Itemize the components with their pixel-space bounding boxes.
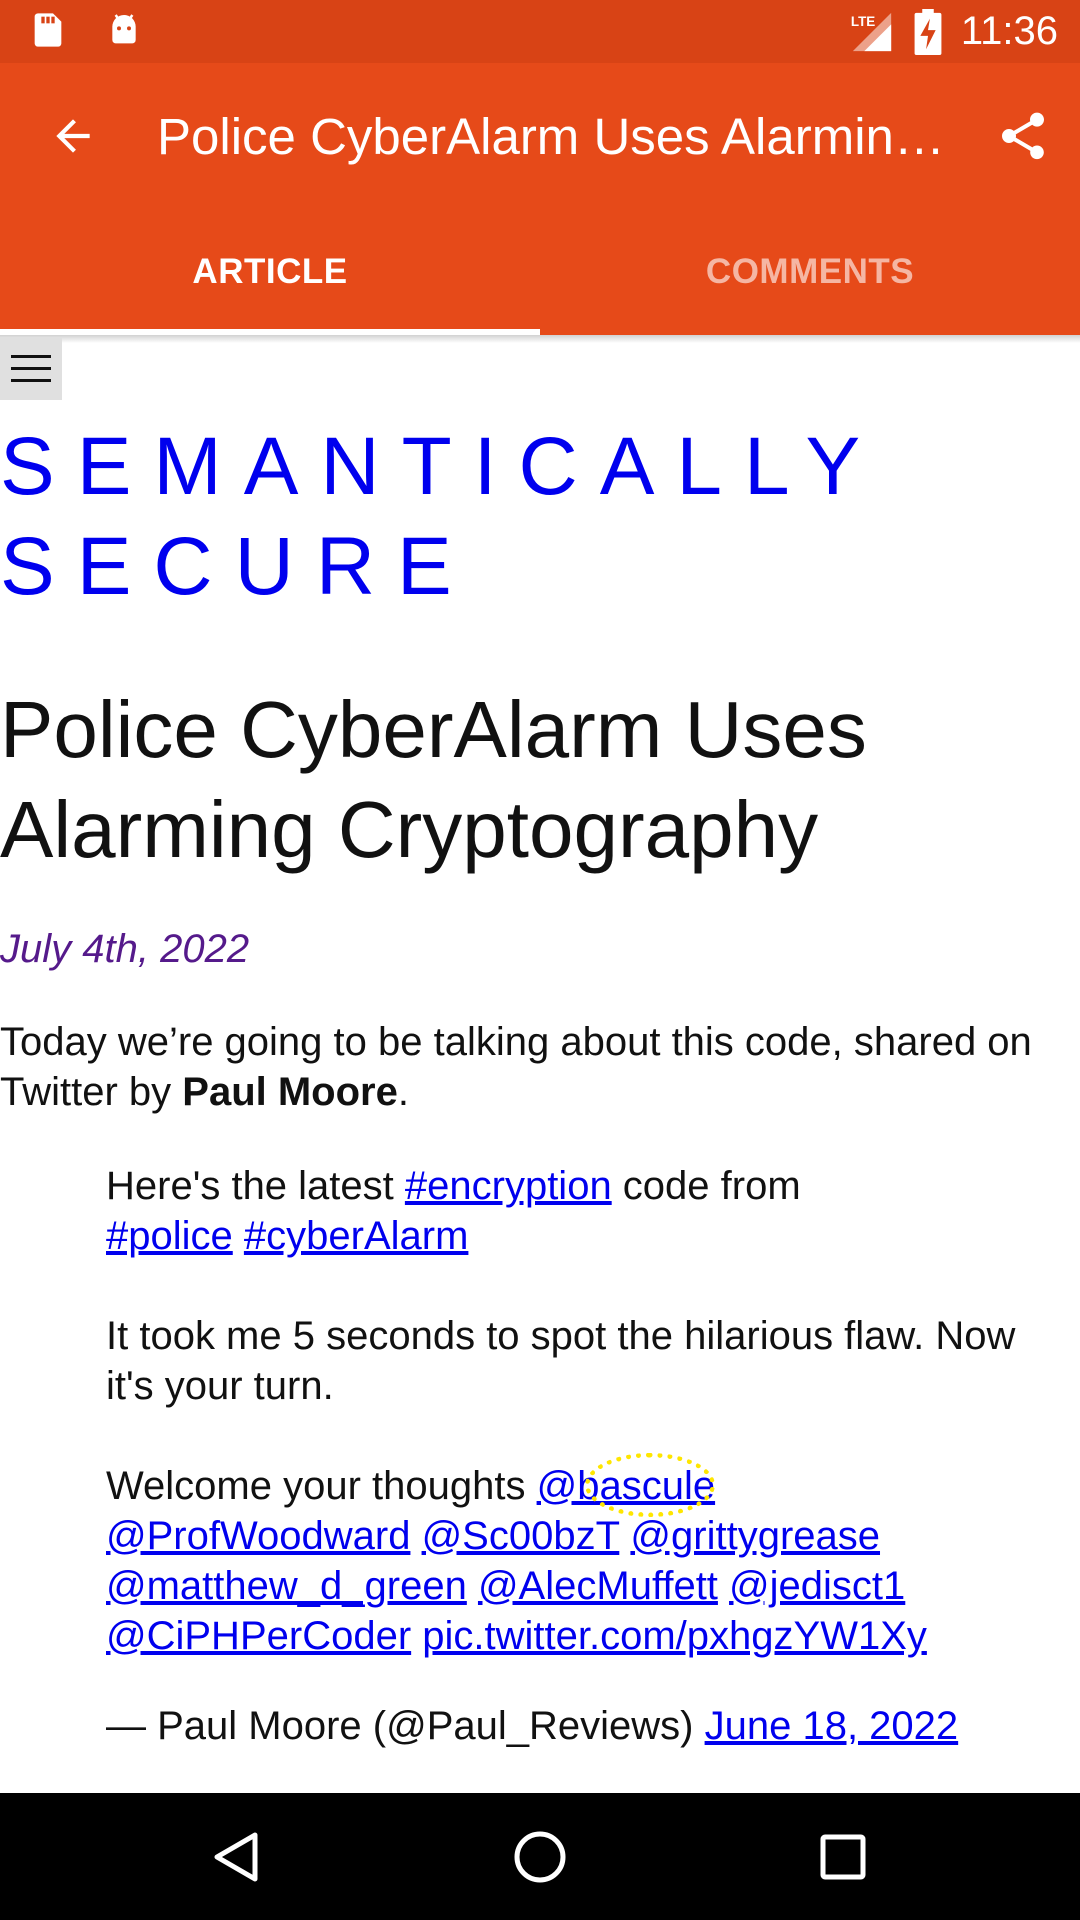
mention-link[interactable]: @jedisct1 — [729, 1564, 905, 1608]
back-button[interactable] — [40, 103, 106, 169]
hashtag-link[interactable]: #police — [106, 1214, 233, 1258]
lte-label: LTE — [851, 14, 875, 29]
tweet-paragraph-1: Here's the latest #encryption code from … — [106, 1161, 1036, 1261]
share-icon — [1002, 112, 1044, 160]
mention-link[interactable]: @grittygrease — [630, 1514, 880, 1558]
mention-link[interactable]: @AlecMuffett — [478, 1564, 718, 1608]
mention-link[interactable]: @ProfWoodward — [106, 1514, 410, 1558]
tab-article[interactable]: ARTICLE — [0, 209, 540, 335]
mention-link[interactable]: @CiPHPerCoder — [106, 1614, 411, 1658]
hashtag-link[interactable]: #cyberAlarm — [244, 1214, 469, 1258]
lte-signal-icon: LTE — [851, 12, 892, 51]
nav-back-button[interactable] — [196, 1817, 276, 1897]
sd-card-icon — [34, 13, 62, 47]
hamburger-menu-icon — [11, 355, 51, 382]
post-title: Police CyberAlarm Uses Alarming Cryptogr… — [0, 685, 867, 874]
battery-charging-icon — [914, 8, 942, 55]
tweet-text: Here's the latest — [106, 1164, 405, 1208]
tweet-signature: — Paul Moore (@Paul_Reviews) June 18, 20… — [106, 1701, 1036, 1751]
post-date[interactable]: July 4th, 2022 — [0, 927, 249, 972]
tweet-paragraph-2: It took me 5 seconds to spot the hilario… — [106, 1314, 1016, 1408]
tweet-date-link[interactable]: June 18, 2022 — [705, 1704, 959, 1748]
tweet-author: — Paul Moore (@Paul_Reviews) — [106, 1704, 705, 1748]
nav-recents-button[interactable] — [803, 1817, 883, 1897]
navigation-bar — [0, 1793, 1080, 1920]
intro-text: Today we’re going to be talking about th… — [0, 1020, 1032, 1114]
intro-author: Paul Moore — [182, 1070, 398, 1114]
square-recents-icon — [820, 1834, 866, 1880]
status-bar: LTE 11:36 — [0, 0, 1080, 63]
menu-button[interactable] — [0, 338, 62, 400]
app-bar: Police CyberAlarm Uses Alarming Cryptogr… — [0, 63, 1080, 209]
intro-paragraph: Today we’re going to be talking about th… — [0, 1017, 1060, 1117]
tweet-text: code from — [611, 1164, 801, 1208]
share-button[interactable] — [990, 103, 1056, 169]
hashtag-link[interactable]: #encryption — [405, 1164, 612, 1208]
mention-link[interactable]: @Sc00bzT — [422, 1514, 620, 1558]
touch-highlight — [585, 1453, 715, 1517]
pic-link[interactable]: pic.twitter.com/pxhgzYW1Xy — [422, 1614, 927, 1658]
triangle-back-icon — [214, 1832, 258, 1882]
app-title: Police CyberAlarm Uses Alarming Cryptogr… — [157, 108, 947, 165]
tweet-text: Welcome your thoughts — [106, 1464, 537, 1508]
site-title-link[interactable]: SEMANTICALLY SECURE — [0, 417, 1060, 617]
mention-link[interactable]: @matthew_d_green — [106, 1564, 467, 1608]
intro-suffix: . — [397, 1070, 409, 1114]
circle-home-icon — [514, 1831, 566, 1883]
nav-home-button[interactable] — [500, 1817, 580, 1897]
tab-bar: ARTICLE COMMENTS — [0, 209, 1080, 335]
embedded-tweet-quote: Here's the latest #encryption code from … — [106, 1161, 1036, 1793]
status-time: 11:36 — [960, 9, 1058, 53]
tab-comments[interactable]: COMMENTS — [540, 209, 1080, 335]
article-content[interactable]: SEMANTICALLY SECURE Police CyberAlarm Us… — [0, 335, 1080, 1793]
android-icon — [112, 14, 136, 44]
tweet-paragraph-3: Welcome your thoughts @bascule @ProfWoodw… — [106, 1461, 1036, 1661]
arrow-back-icon — [56, 119, 90, 153]
